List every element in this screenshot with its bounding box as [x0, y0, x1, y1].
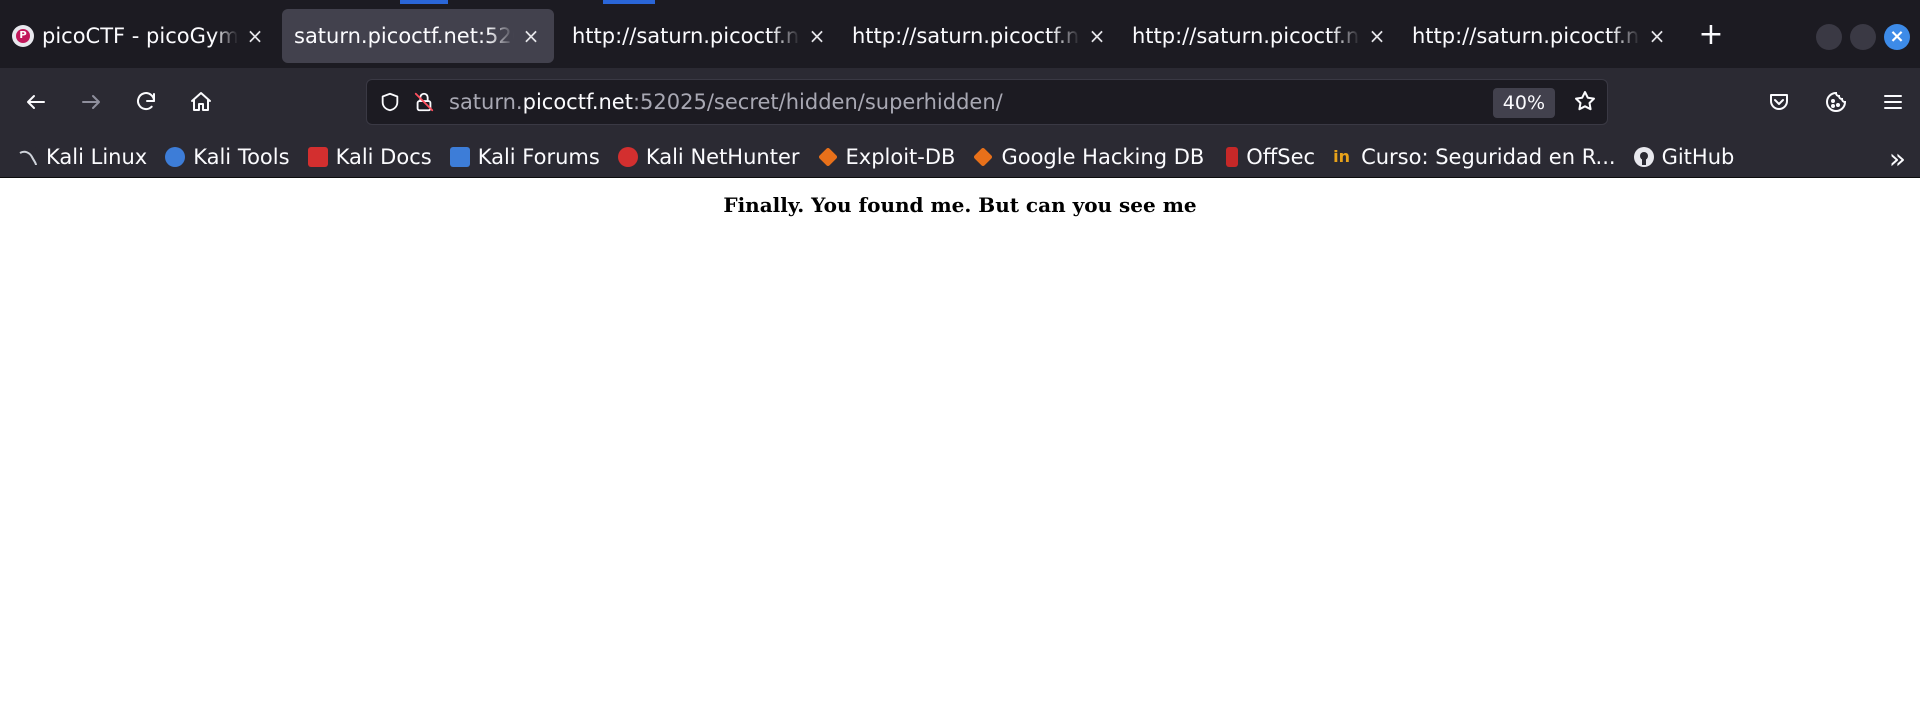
close-icon[interactable]: ×: [806, 24, 828, 48]
page-content: Finally. You found me. But can you see m…: [0, 179, 1920, 723]
arrow-left-icon: [27, 95, 45, 109]
maximize-button[interactable]: [1850, 24, 1876, 50]
tab-label: saturn.picoctf.net:52025: [294, 24, 514, 48]
minimize-button[interactable]: [1816, 24, 1842, 50]
bookmark-kali-docs[interactable]: Kali Docs: [307, 144, 432, 169]
bookmark-label: Curso: Seguridad en R...: [1361, 144, 1616, 169]
bookmark-label: GitHub: [1661, 144, 1735, 169]
bookmark-label: Kali Linux: [46, 144, 148, 169]
kali-docs-icon: [307, 146, 328, 167]
bookmark-label: Kali Docs: [335, 144, 432, 169]
bookmark-curso[interactable]: in Curso: Seguridad en R...: [1333, 145, 1615, 169]
tab-active[interactable]: saturn.picoctf.net:52025 ×: [282, 9, 554, 63]
zoom-level-button[interactable]: 40%: [1492, 88, 1555, 118]
url-path: :52025/secret/hidden/superhidden/: [632, 90, 1003, 114]
home-icon: [191, 92, 211, 111]
kali-forums-icon: [449, 146, 470, 167]
url-prefix: saturn.: [449, 90, 523, 114]
pocket-icon: [1770, 94, 1788, 110]
tab-saturn-5[interactable]: http://saturn.picoctf.net ×: [1120, 9, 1400, 63]
picoctf-favicon-icon: P: [12, 25, 34, 47]
tab-strip: P picoCTF - picoGym C × saturn.picoctf.n…: [0, 0, 1920, 68]
cookie-icon: [1826, 91, 1847, 112]
window-close-button[interactable]: ×: [1884, 24, 1910, 50]
tab-saturn-3[interactable]: http://saturn.picoctf.net ×: [560, 9, 840, 63]
bookmark-exploit-db[interactable]: Exploit-DB: [817, 144, 956, 169]
bookmark-label: Kali Tools: [193, 144, 290, 169]
bookmark-label: Google Hacking DB: [1001, 144, 1205, 169]
decorative-line: [400, 0, 448, 4]
bookmark-star-icon[interactable]: [1573, 89, 1597, 117]
close-icon[interactable]: ×: [244, 24, 266, 48]
nethunter-icon: [617, 146, 638, 167]
decorative-line: [603, 0, 655, 4]
bookmarks-overflow-chevron-icon[interactable]: »: [1889, 142, 1906, 175]
close-icon[interactable]: ×: [1086, 24, 1108, 48]
home-button[interactable]: [175, 76, 227, 128]
hamburger-menu-icon: [1884, 95, 1902, 109]
curso-icon: in: [1333, 146, 1350, 166]
tab-label: http://saturn.picoctf.net: [1412, 24, 1640, 48]
reload-icon: [137, 92, 155, 111]
bookmark-label: Exploit-DB: [845, 144, 956, 169]
url-bar[interactable]: saturn.picoctf.net:52025/secret/hidden/s…: [366, 79, 1608, 125]
bookmark-kali-linux[interactable]: Kali Linux: [18, 145, 147, 169]
tab-label: http://saturn.picoctf.net: [572, 24, 800, 48]
tab-label: http://saturn.picoctf.net: [1132, 24, 1360, 48]
kali-tools-icon: [165, 146, 186, 167]
tab-label: picoCTF - picoGym C: [42, 24, 238, 48]
url-host: picoctf.net: [522, 90, 633, 114]
insecure-lock-icon[interactable]: [413, 91, 435, 113]
bookmark-kali-forums[interactable]: Kali Forums: [449, 144, 600, 169]
forward-button[interactable]: [65, 76, 117, 128]
cookie-button[interactable]: [1809, 76, 1863, 128]
reload-button[interactable]: [120, 76, 172, 128]
bookmark-github[interactable]: GitHub: [1633, 144, 1735, 169]
bookmark-label: Kali Forums: [477, 144, 600, 169]
back-button[interactable]: [10, 76, 62, 128]
bookmark-google-hacking-db[interactable]: Google Hacking DB: [973, 145, 1204, 169]
close-icon[interactable]: ×: [1366, 24, 1388, 48]
tab-saturn-4[interactable]: http://saturn.picoctf.net ×: [840, 9, 1120, 63]
toolbar-right: [1749, 76, 1920, 128]
arrow-right-icon: [82, 95, 100, 109]
bookmark-label: Kali NetHunter: [645, 144, 800, 169]
menu-button[interactable]: [1866, 76, 1920, 128]
tab-picoctf[interactable]: P picoCTF - picoGym C ×: [0, 9, 278, 63]
new-tab-button[interactable]: +: [1686, 9, 1736, 59]
bookmarks-toolbar: Kali Linux Kali Tools Kali Docs Kali For…: [0, 136, 1920, 178]
shield-icon[interactable]: [379, 91, 401, 113]
github-icon: [1633, 146, 1654, 167]
bookmark-label: OffSec: [1246, 144, 1316, 169]
close-icon[interactable]: ×: [520, 24, 542, 48]
ghdb-icon: [973, 146, 994, 167]
bookmark-offsec[interactable]: OffSec: [1222, 145, 1315, 169]
window-controls: ×: [1816, 24, 1910, 50]
pocket-button[interactable]: [1752, 76, 1806, 128]
close-icon[interactable]: ×: [1646, 24, 1668, 48]
exploit-db-icon: [817, 146, 838, 167]
bookmark-kali-nethunter[interactable]: Kali NetHunter: [617, 144, 800, 169]
page-heading: Finally. You found me. But can you see m…: [723, 193, 1197, 217]
url-text[interactable]: saturn.picoctf.net:52025/secret/hidden/s…: [449, 90, 1003, 114]
offsec-icon: [1226, 146, 1239, 167]
navigation-toolbar: saturn.picoctf.net:52025/secret/hidden/s…: [0, 68, 1920, 136]
tab-saturn-6[interactable]: http://saturn.picoctf.net ×: [1400, 9, 1680, 63]
bookmark-kali-tools[interactable]: Kali Tools: [165, 144, 290, 169]
kali-dragon-icon: [18, 146, 38, 167]
tab-label: http://saturn.picoctf.net: [852, 24, 1080, 48]
